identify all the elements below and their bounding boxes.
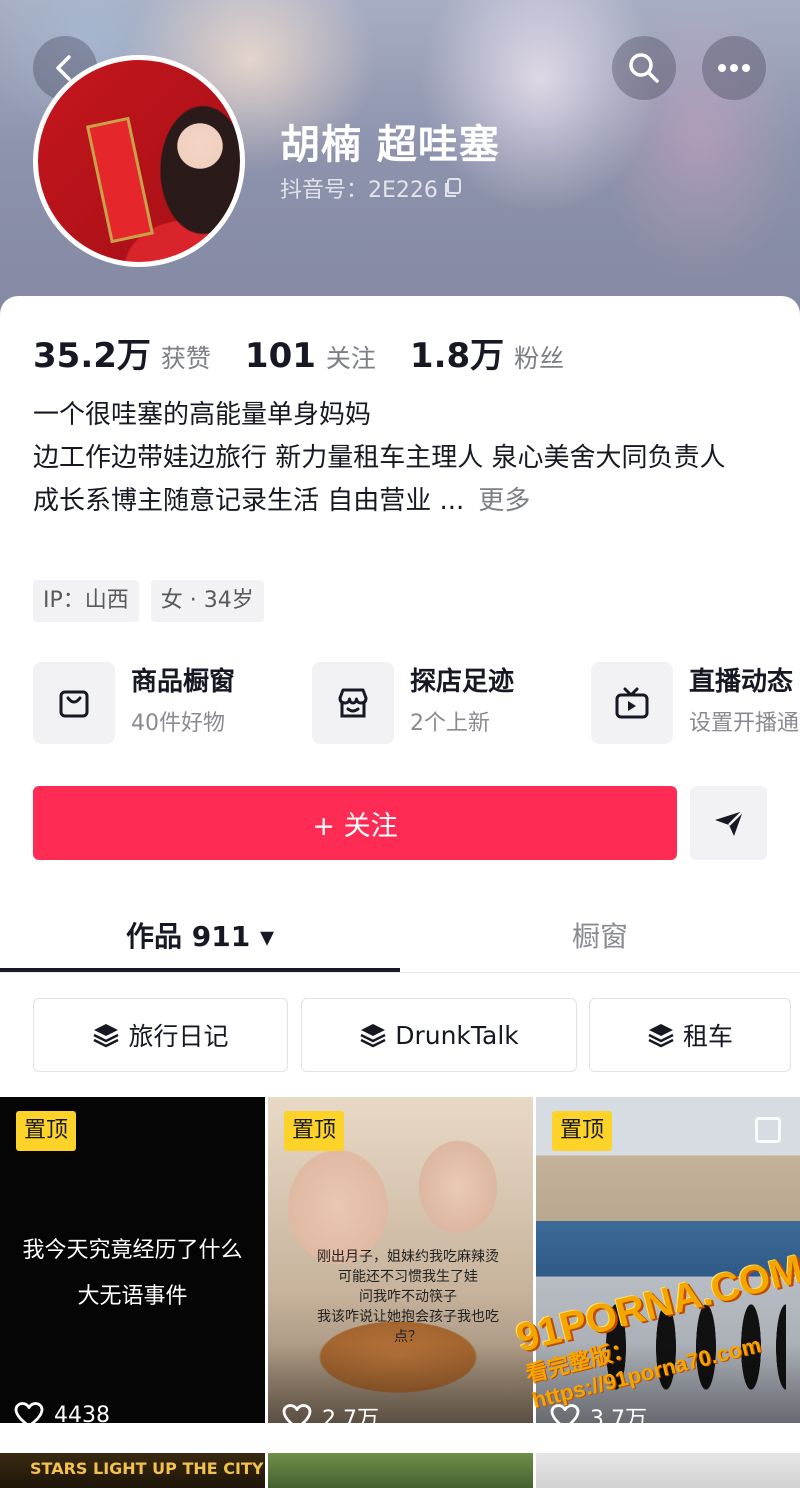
video-caption-line: 我该咋说让她抱会孩子我也吃点？: [317, 1309, 499, 1345]
feature-title: 商品橱窗: [131, 667, 236, 697]
gender-age-tag: 女 · 34岁: [150, 580, 264, 622]
video-tile[interactable]: 置顶 刚出月子，姐妹约我吃麻辣烫 可能还不习惯我生了娃 问我咋不动筷子 我该咋说…: [268, 1097, 533, 1423]
feature-live-updates[interactable]: 直播动态 设置开播通知: [591, 662, 800, 744]
feature-store-visits[interactable]: 探店足迹 2个上新: [312, 662, 514, 744]
stats-row: 35.2万 获赞 101 关注 1.8万 粉丝: [33, 328, 598, 377]
following-label: 关注: [325, 344, 376, 373]
avatar-scroll-decoration: [86, 116, 154, 244]
copy-icon: [444, 178, 461, 197]
video-tile[interactable]: 置顶 我今天究竟经历了什么 大无语事件 4438: [0, 1097, 265, 1423]
feature-text: 探店足迹 2个上新: [410, 664, 514, 742]
follow-button[interactable]: + 关注: [33, 786, 677, 860]
video-caption-line: 可能还不习惯我生了娃: [338, 1269, 478, 1285]
content-tabs: 作品 911 ▾ 橱窗: [0, 900, 800, 974]
tv-icon: [615, 687, 649, 719]
display-name: 胡楠 超哇塞: [280, 122, 500, 168]
feature-entries: 商品橱窗 40件好物 探店足迹 2个上新 直播动态 设置开播通: [33, 662, 800, 746]
video-title-line: 大无语事件: [77, 1284, 188, 1309]
video-likes: 4438: [14, 1401, 110, 1423]
feature-subtitle: 2个上新: [410, 711, 490, 736]
video-caption: 刚出月子，姐妹约我吃麻辣烫 可能还不习惯我生了娃 问我咋不动筷子 我该咋说让她抱…: [308, 1247, 508, 1347]
bio-line-last: 成长系博主随意记录生活 自由营业 ... 更多: [33, 480, 773, 523]
video-caption-line: 问我咋不动筷子: [359, 1289, 457, 1305]
video-tile[interactable]: [268, 1453, 533, 1488]
layers-icon: [360, 1024, 386, 1048]
collection-chip[interactable]: 租车: [589, 998, 791, 1072]
heart-icon: [14, 1402, 44, 1423]
video-likes: 2.7万: [282, 1401, 379, 1423]
multi-image-icon: [755, 1117, 781, 1143]
feature-text: 直播动态 设置开播通知: [689, 664, 800, 742]
collection-chip[interactable]: DrunkTalk: [301, 998, 577, 1072]
profile-tags: IP：山西 女 · 34岁: [33, 580, 264, 622]
video-title-line: STARS LIGHT UP THE CITY: [30, 1459, 264, 1478]
tab-works[interactable]: 作品 911 ▾: [0, 900, 400, 970]
collection-label: DrunkTalk: [395, 1020, 519, 1050]
video-likes-count: 4438: [54, 1402, 110, 1424]
bio-line: 一个很哇塞的高能量单身妈妈: [33, 400, 372, 430]
bio-line: 边工作边带娃边旅行 新力量租车主理人 泉心美舍大同负责人: [33, 443, 726, 473]
likes-count[interactable]: 35.2万: [33, 328, 151, 377]
heart-icon: [282, 1404, 312, 1423]
more-button[interactable]: [702, 36, 766, 100]
send-icon: [714, 810, 744, 836]
tab-shop-window[interactable]: 橱窗: [400, 900, 800, 970]
feature-icon-box: [33, 662, 115, 744]
feature-title: 直播动态: [689, 667, 794, 697]
ip-location-tag: IP：山西: [33, 580, 139, 622]
douyin-id[interactable]: 抖音号：2E226: [280, 172, 464, 204]
video-title-line: 我今天究竟经历了什么: [22, 1238, 243, 1263]
video-caption-line: 刚出月子，姐妹约我吃麻辣烫: [317, 1249, 499, 1265]
feature-shop-window[interactable]: 商品橱窗 40件好物: [33, 662, 235, 744]
collections-row: 旅行日记 DrunkTalk 租车: [33, 998, 800, 1072]
more-dots-icon: [718, 64, 750, 72]
pinned-badge: 置顶: [284, 1111, 345, 1151]
bio-more-link[interactable]: 更多: [478, 486, 530, 516]
feature-icon-box: [312, 662, 394, 744]
avatar[interactable]: [33, 55, 245, 267]
likes-label: 获赞: [160, 344, 211, 373]
collection-chip[interactable]: 旅行日记: [33, 998, 288, 1072]
share-button[interactable]: [690, 786, 767, 860]
collection-label: 旅行日记: [128, 1022, 229, 1051]
bio: 一个很哇塞的高能量单身妈妈 边工作边带娃边旅行 新力量租车主理人 泉心美舍大同负…: [33, 394, 773, 523]
search-icon: [629, 53, 659, 83]
douyin-id-text: 抖音号：2E226: [280, 178, 438, 203]
store-icon: [338, 688, 368, 718]
layers-icon: [648, 1024, 674, 1048]
tab-divider: [0, 972, 800, 973]
layers-icon: [93, 1024, 120, 1048]
followers-count[interactable]: 1.8万: [410, 328, 504, 377]
shopping-bag-icon: [59, 690, 89, 718]
feature-icon-box: [591, 662, 673, 744]
following-count[interactable]: 101: [245, 336, 316, 376]
pinned-badge: 置顶: [552, 1111, 613, 1151]
feature-subtitle: 40件好物: [131, 711, 225, 736]
followers-label: 粉丝: [514, 344, 565, 373]
feature-text: 商品橱窗 40件好物: [131, 664, 235, 742]
video-tile[interactable]: [536, 1453, 800, 1488]
collection-label: 租车: [682, 1022, 733, 1051]
video-tile[interactable]: STARS LIGHT UP THE CITY: [0, 1453, 265, 1488]
feature-subtitle: 设置开播通知: [689, 711, 800, 736]
search-button[interactable]: [612, 36, 676, 100]
pinned-badge: 置顶: [16, 1111, 77, 1151]
video-likes-count: 2.7万: [322, 1407, 379, 1423]
video-likes-count: 3.7万: [590, 1407, 647, 1423]
bio-line: 成长系博主随意记录生活 自由营业 ...: [33, 486, 465, 516]
feature-title: 探店足迹: [410, 667, 515, 697]
